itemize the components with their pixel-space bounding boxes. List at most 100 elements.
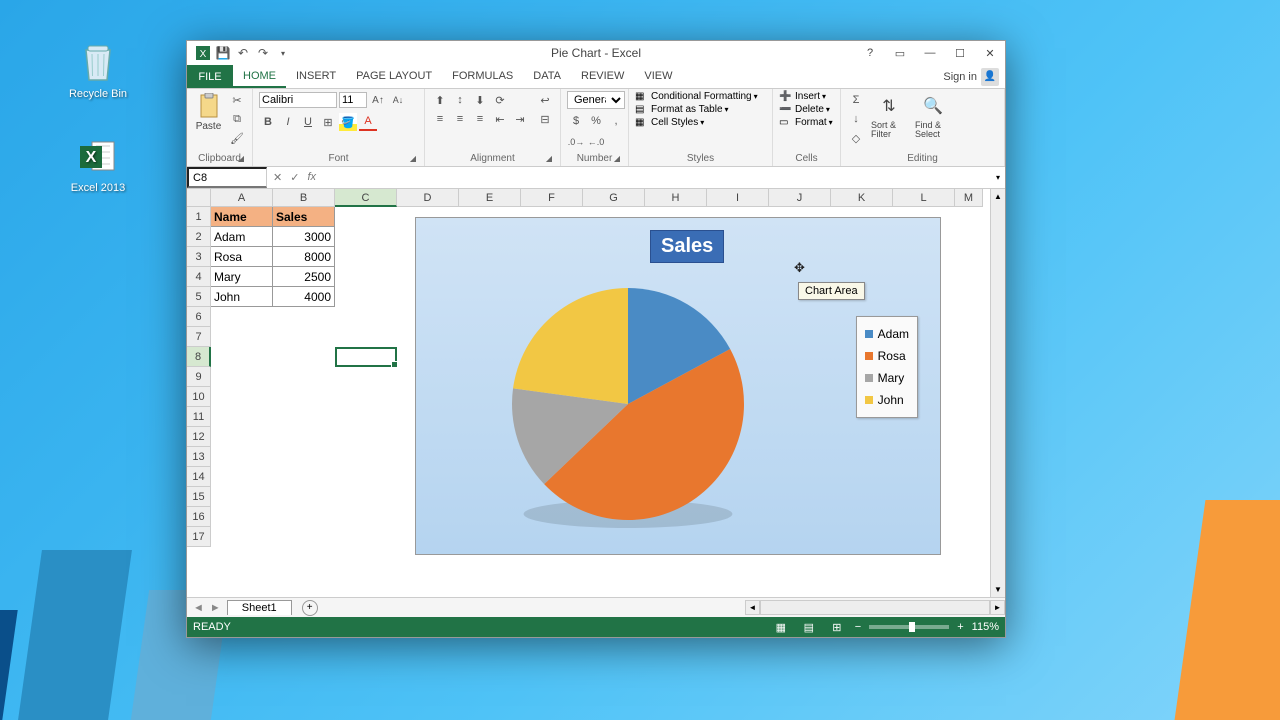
row-header-13[interactable]: 13 xyxy=(187,447,211,467)
row-header-9[interactable]: 9 xyxy=(187,367,211,387)
normal-view-icon[interactable]: ▦ xyxy=(771,620,791,634)
tab-page-layout[interactable]: PAGE LAYOUT xyxy=(346,65,442,88)
sheet-nav-prev-icon[interactable]: ◄ xyxy=(193,602,204,614)
scroll-right-icon[interactable]: ► xyxy=(990,600,1005,615)
close-button[interactable]: ✕ xyxy=(979,44,1001,62)
cell-A5[interactable]: John xyxy=(211,287,273,307)
scroll-up-icon[interactable]: ▲ xyxy=(991,189,1005,204)
autosum-icon[interactable]: Σ xyxy=(847,91,865,109)
qat-customize-icon[interactable]: ▾ xyxy=(275,45,291,61)
row-header-17[interactable]: 17 xyxy=(187,527,211,547)
row-header-12[interactable]: 12 xyxy=(187,427,211,447)
tab-review[interactable]: REVIEW xyxy=(571,65,634,88)
legend-item-John[interactable]: John xyxy=(865,389,909,411)
cell-B2[interactable]: 3000 xyxy=(273,227,335,247)
row-header-2[interactable]: 2 xyxy=(187,227,211,247)
insert-cells-button[interactable]: ➕Insert▾ xyxy=(779,91,826,102)
row-header-8[interactable]: 8 xyxy=(187,347,211,367)
wrap-text-icon[interactable]: ↩ xyxy=(533,91,557,109)
excel-icon[interactable]: X xyxy=(195,45,211,61)
row-header-10[interactable]: 10 xyxy=(187,387,211,407)
row-header-3[interactable]: 3 xyxy=(187,247,211,267)
underline-button[interactable]: U xyxy=(299,113,317,131)
copy-icon[interactable]: ⧉ xyxy=(228,110,246,128)
legend-item-Mary[interactable]: Mary xyxy=(865,367,909,389)
help-button[interactable]: ? xyxy=(859,44,881,62)
zoom-level[interactable]: 115% xyxy=(972,621,999,633)
column-header-F[interactable]: F xyxy=(521,189,583,207)
scroll-left-icon[interactable]: ◄ xyxy=(745,600,760,615)
decrease-indent-icon[interactable]: ⇤ xyxy=(491,110,509,128)
column-header-G[interactable]: G xyxy=(583,189,645,207)
save-icon[interactable]: 💾 xyxy=(215,45,231,61)
find-select-button[interactable]: 🔍 Find & Select xyxy=(913,91,953,141)
row-header-7[interactable]: 7 xyxy=(187,327,211,347)
fx-icon[interactable]: fx xyxy=(307,171,316,184)
merge-center-icon[interactable]: ⊟ xyxy=(533,110,557,128)
column-header-J[interactable]: J xyxy=(769,189,831,207)
cell-B3[interactable]: 8000 xyxy=(273,247,335,267)
column-header-M[interactable]: M xyxy=(955,189,983,207)
row-header-6[interactable]: 6 xyxy=(187,307,211,327)
comma-icon[interactable]: , xyxy=(607,112,625,130)
cell-styles-button[interactable]: ▦Cell Styles▾ xyxy=(635,117,704,128)
paste-button[interactable]: Paste xyxy=(193,91,224,134)
cell-A1[interactable]: Name xyxy=(211,207,273,227)
row-header-5[interactable]: 5 xyxy=(187,287,211,307)
align-left-icon[interactable]: ≡ xyxy=(431,110,449,128)
sign-in-link[interactable]: Sign in 👤 xyxy=(937,65,1005,88)
column-header-L[interactable]: L xyxy=(893,189,955,207)
zoom-in-icon[interactable]: + xyxy=(957,621,963,633)
font-name-input[interactable] xyxy=(259,92,337,108)
delete-cells-button[interactable]: ➖Delete▾ xyxy=(779,104,830,115)
align-center-icon[interactable]: ≡ xyxy=(451,110,469,128)
format-cells-button[interactable]: ▭Format▾ xyxy=(779,117,833,128)
enter-formula-icon[interactable]: ✓ xyxy=(290,171,299,184)
fill-color-icon[interactable]: 🪣 xyxy=(339,113,357,131)
bold-button[interactable]: B xyxy=(259,113,277,131)
tab-view[interactable]: VIEW xyxy=(634,65,682,88)
grow-font-icon[interactable]: A↑ xyxy=(369,91,387,109)
column-header-D[interactable]: D xyxy=(397,189,459,207)
increase-indent-icon[interactable]: ⇥ xyxy=(511,110,529,128)
cell-B5[interactable]: 4000 xyxy=(273,287,335,307)
column-header-C[interactable]: C xyxy=(335,189,397,207)
sort-filter-button[interactable]: ⇅ Sort & Filter xyxy=(869,91,909,141)
font-color-icon[interactable]: A xyxy=(359,113,377,131)
horizontal-scrollbar[interactable]: ◄ ► xyxy=(745,600,1005,615)
align-bottom-icon[interactable]: ⬇ xyxy=(471,91,489,109)
expand-formula-bar-icon[interactable]: ▾ xyxy=(991,173,1005,182)
recycle-bin-icon[interactable]: Recycle Bin xyxy=(66,40,130,100)
column-header-B[interactable]: B xyxy=(273,189,335,207)
excel-shortcut-icon[interactable]: X Excel 2013 xyxy=(66,134,130,194)
alignment-launcher-icon[interactable]: ◢ xyxy=(544,154,554,164)
fill-icon[interactable]: ↓ xyxy=(847,110,865,128)
page-layout-view-icon[interactable]: ▤ xyxy=(799,620,819,634)
increase-decimal-icon[interactable]: .0→ xyxy=(567,133,585,151)
font-size-input[interactable] xyxy=(339,92,367,108)
formula-input[interactable] xyxy=(322,172,991,184)
column-header-A[interactable]: A xyxy=(211,189,273,207)
currency-icon[interactable]: $ xyxy=(567,112,585,130)
redo-icon[interactable]: ↷ xyxy=(255,45,271,61)
borders-icon[interactable]: ⊞ xyxy=(319,113,337,131)
cell-A2[interactable]: Adam xyxy=(211,227,273,247)
column-header-E[interactable]: E xyxy=(459,189,521,207)
font-launcher-icon[interactable]: ◢ xyxy=(408,154,418,164)
align-right-icon[interactable]: ≡ xyxy=(471,110,489,128)
name-box[interactable] xyxy=(187,167,267,188)
column-header-H[interactable]: H xyxy=(645,189,707,207)
orientation-icon[interactable]: ⟳ xyxy=(491,91,509,109)
page-break-view-icon[interactable]: ⊞ xyxy=(827,620,847,634)
sheet-tab-active[interactable]: Sheet1 xyxy=(227,600,292,615)
cut-icon[interactable]: ✂ xyxy=(228,91,246,109)
column-header-K[interactable]: K xyxy=(831,189,893,207)
ribbon-display-icon[interactable]: ▭ xyxy=(889,44,911,62)
pie-slice-John[interactable] xyxy=(513,288,628,404)
pie-chart-object[interactable]: Sales ✥ Chart Area AdamRosaMaryJohn xyxy=(415,217,941,555)
tab-home[interactable]: HOME xyxy=(233,65,286,88)
row-header-15[interactable]: 15 xyxy=(187,487,211,507)
pie-chart-plot[interactable] xyxy=(510,266,790,546)
chart-legend[interactable]: AdamRosaMaryJohn xyxy=(856,316,918,418)
spreadsheet-grid[interactable]: ABCDEFGHIJKLM 1234567891011121314151617 … xyxy=(187,189,990,597)
